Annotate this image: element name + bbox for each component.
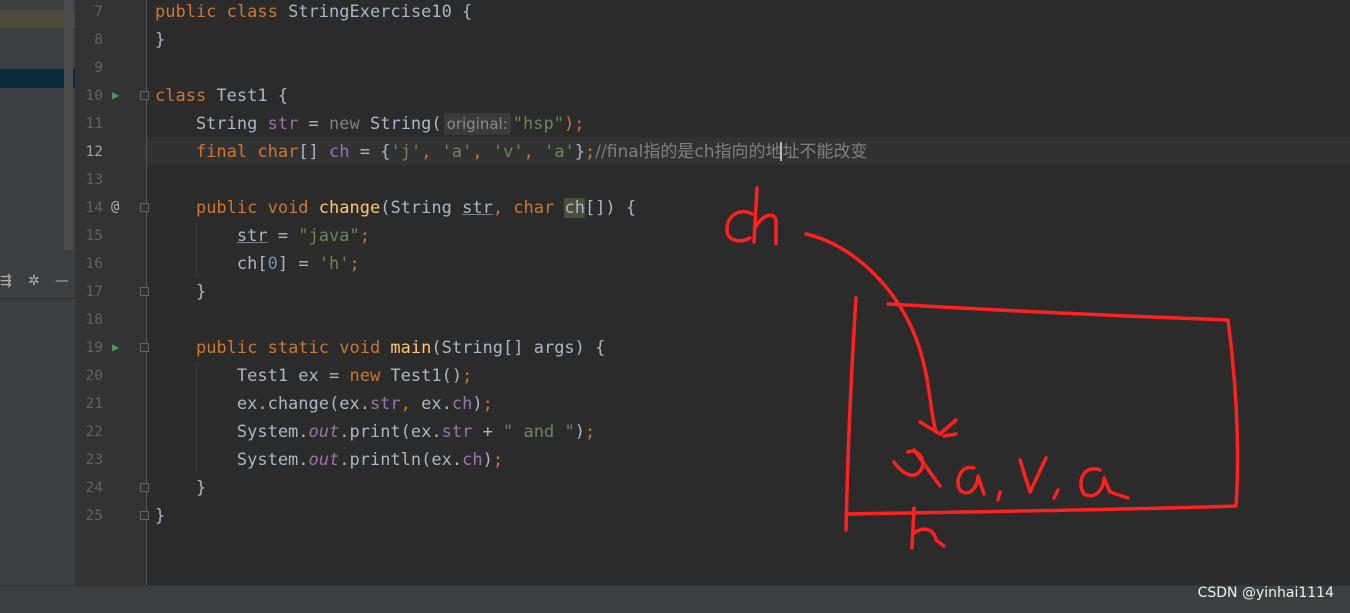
annotation-j (892, 448, 942, 488)
handwritten-annotation (725, 186, 1240, 550)
status-bar (0, 585, 1350, 613)
annotation-box-left (844, 296, 858, 532)
annotation-box (846, 302, 1240, 516)
watermark: CSDN @yinhai1114 (1197, 585, 1334, 601)
annotation-ch-label (725, 209, 754, 243)
annotation-a2 (1079, 467, 1130, 500)
annotation-a (956, 465, 986, 496)
annotation-arrow (804, 232, 938, 434)
annotation-ch-label-h (752, 186, 778, 246)
annotation-comma (1052, 488, 1060, 500)
annotation-comma (996, 490, 1002, 502)
annotation-arrowhead (918, 418, 958, 438)
annotation-v (1018, 456, 1048, 494)
